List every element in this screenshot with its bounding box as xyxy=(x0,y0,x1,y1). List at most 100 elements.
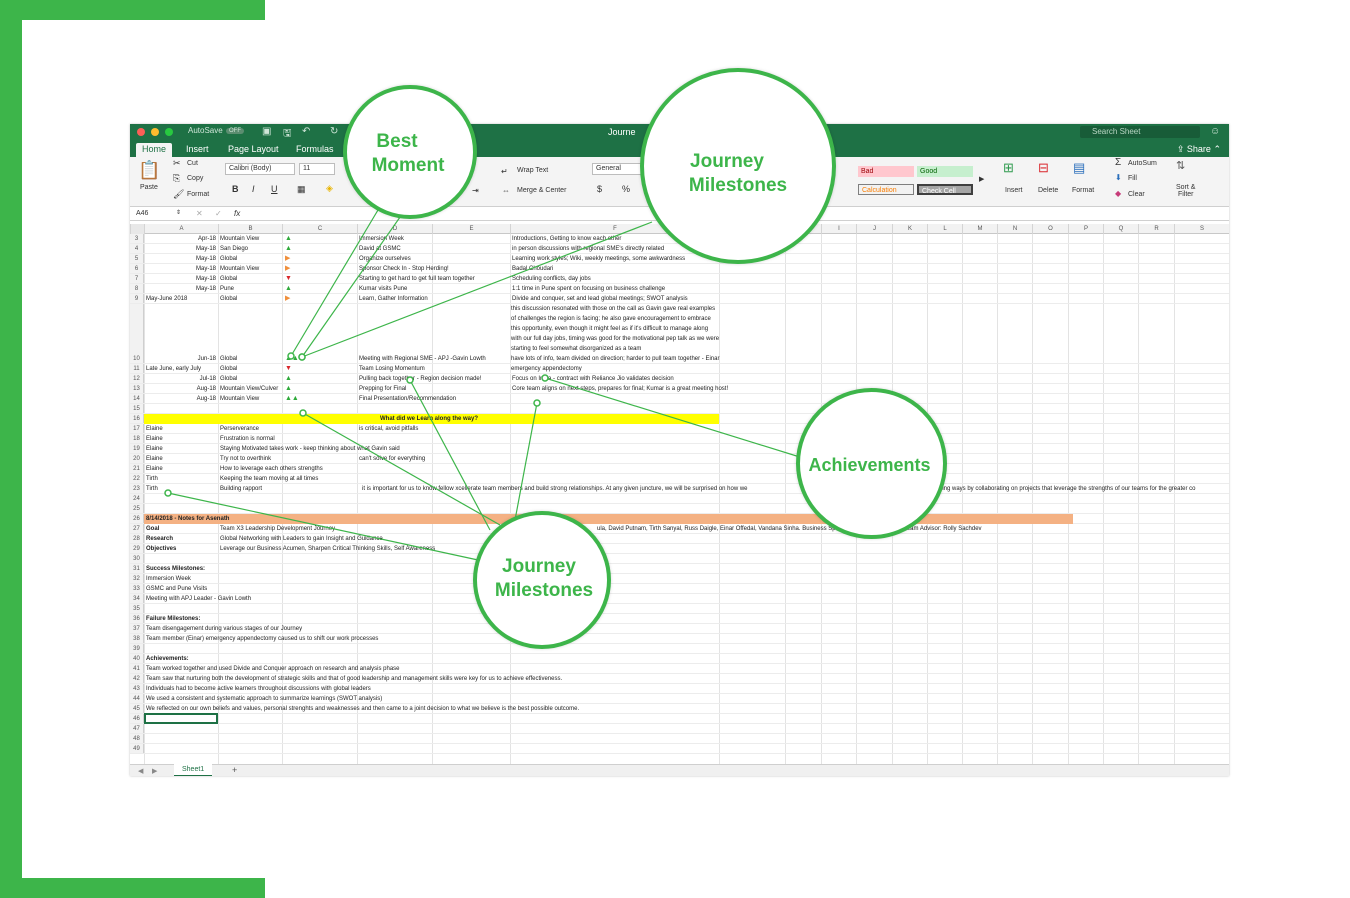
cell-a[interactable]: Late June, early July xyxy=(146,364,201,374)
cell-a[interactable]: Goal xyxy=(146,524,159,534)
underline-button[interactable]: U xyxy=(271,184,278,194)
cell-b[interactable]: Mountain View xyxy=(220,264,259,274)
share-button[interactable]: ⇪ Share ⌃ xyxy=(1177,144,1221,155)
add-sheet-button[interactable]: + xyxy=(232,765,237,775)
column-header[interactable]: P xyxy=(1068,224,1103,234)
row-number[interactable]: 12 xyxy=(130,374,144,383)
paste-icon[interactable]: 📋 xyxy=(138,160,160,181)
fill-button[interactable]: Fill xyxy=(1128,175,1137,182)
column-header[interactable]: K xyxy=(892,224,927,234)
row-number[interactable]: 35 xyxy=(130,604,144,613)
paste-button[interactable]: Paste xyxy=(140,184,158,191)
row-number[interactable]: 42 xyxy=(130,674,144,683)
cell-d[interactable]: Prepping for Final xyxy=(359,384,406,394)
cell-b[interactable]: Mountain View/Culver xyxy=(220,384,278,394)
cell-date[interactable]: May-18 xyxy=(144,264,216,274)
cell-d[interactable]: What did we Learn along the way? xyxy=(380,414,478,424)
tab-page-layout[interactable]: Page Layout xyxy=(228,144,279,154)
column-header[interactable]: M xyxy=(962,224,997,234)
row-number[interactable]: 3 xyxy=(130,234,144,243)
cell-d[interactable]: Final Presentation/Recommendation xyxy=(359,394,456,404)
row-number[interactable]: 9 xyxy=(130,294,144,303)
row-number[interactable]: 38 xyxy=(130,634,144,643)
cell-a[interactable]: 8/14/2018 - Notes for Asenath xyxy=(146,514,229,524)
cell-e-wrapped[interactable]: have lots of info, team divided on direc… xyxy=(511,354,720,374)
cell-b[interactable]: Perserverance xyxy=(220,424,259,434)
cell-a[interactable]: Individuals had to become active learner… xyxy=(146,684,371,694)
column-header[interactable]: N xyxy=(997,224,1032,234)
style-good[interactable]: Good xyxy=(917,166,973,177)
minimize-window-button[interactable] xyxy=(151,128,159,136)
cell-a[interactable]: Meeting with APJ Leader - Gavin Lowth xyxy=(146,594,251,604)
cell-b[interactable]: Keeping the team moving at all times xyxy=(220,474,318,484)
cell-a[interactable]: Tirth xyxy=(146,474,158,484)
cell-a[interactable]: Success Milestones: xyxy=(146,564,205,574)
cell-b[interactable]: Global xyxy=(220,294,237,304)
row-number[interactable]: 28 xyxy=(130,534,144,543)
cell-b[interactable]: Try not to overthink xyxy=(220,454,271,464)
row-number[interactable]: 10 xyxy=(130,304,144,363)
cell-date[interactable]: May-18 xyxy=(144,274,216,284)
cell-b[interactable]: Mountain View xyxy=(220,394,259,404)
cell-a[interactable]: May-June 2018 xyxy=(146,294,187,304)
row-number[interactable]: 48 xyxy=(130,734,144,743)
cell-d[interactable]: Learn, Gather Information xyxy=(359,294,428,304)
row-number[interactable]: 19 xyxy=(130,444,144,453)
cell-a[interactable]: We used a consistent and systematic appr… xyxy=(146,694,382,704)
row-number[interactable]: 32 xyxy=(130,574,144,583)
row-number[interactable]: 5 xyxy=(130,254,144,263)
column-header[interactable]: S xyxy=(1174,224,1229,234)
column-header[interactable]: D xyxy=(357,224,432,234)
column-header[interactable]: L xyxy=(927,224,962,234)
cell-b[interactable]: Global xyxy=(220,374,237,384)
cell-a[interactable]: Failure Milestones: xyxy=(146,614,200,624)
cell-e-wrapped[interactable]: this discussion resonated with those on … xyxy=(511,304,720,354)
borders-icon[interactable]: ▦ xyxy=(297,184,306,195)
sort-filter-button[interactable]: Sort & Filter xyxy=(1176,184,1195,198)
format-cells-button[interactable]: Format xyxy=(1072,187,1094,194)
column-header[interactable]: I xyxy=(821,224,856,234)
cell-b[interactable]: Building rapport xyxy=(220,484,262,494)
cell-d[interactable]: Team Losing Momentum xyxy=(359,364,425,374)
cell-a[interactable]: Team worked together and used Divide and… xyxy=(146,664,400,674)
cell-d[interactable]: Pulling back together - Region decision … xyxy=(359,374,481,384)
cell-a[interactable]: Elaine xyxy=(146,444,163,454)
column-header[interactable]: A xyxy=(144,224,218,234)
undo-icon[interactable]: ↶ xyxy=(302,126,310,137)
tab-home[interactable]: Home xyxy=(136,143,173,157)
cell-a[interactable]: Elaine xyxy=(146,424,163,434)
format-painter-button[interactable]: Format xyxy=(187,191,209,198)
row-number[interactable]: 18 xyxy=(130,434,144,443)
column-header[interactable]: C xyxy=(282,224,357,234)
cell-a[interactable]: GSMC and Pune Visits xyxy=(146,584,207,594)
style-bad[interactable]: Bad xyxy=(858,166,914,177)
cell-d[interactable]: can't solve for everything xyxy=(359,454,425,464)
row-number[interactable]: 29 xyxy=(130,544,144,553)
cell-e[interactable]: Divide and conquer, set and lead global … xyxy=(512,294,688,304)
row-number[interactable]: 37 xyxy=(130,624,144,633)
column-header[interactable]: O xyxy=(1032,224,1068,234)
clear-button[interactable]: Clear xyxy=(1128,191,1145,198)
row-number[interactable]: 20 xyxy=(130,454,144,463)
cell-b[interactable]: Mountain View xyxy=(220,234,259,244)
cell-e[interactable]: Focus on India - contract with Reliance … xyxy=(512,374,674,384)
merge-center-button[interactable]: Merge & Center xyxy=(517,187,566,194)
cell-a[interactable]: Team saw that nurturing both the develop… xyxy=(146,674,562,684)
row-number[interactable]: 41 xyxy=(130,664,144,673)
row-number[interactable]: 6 xyxy=(130,264,144,273)
row-number[interactable]: 25 xyxy=(130,504,144,513)
column-header[interactable]: Q xyxy=(1103,224,1138,234)
cell-b[interactable]: How to leverage each others strengths xyxy=(220,464,323,474)
select-all-corner[interactable] xyxy=(130,224,144,234)
bold-button[interactable]: B xyxy=(232,184,239,194)
cell-a[interactable]: Tirth xyxy=(146,484,158,494)
styles-more-icon[interactable]: ▶ xyxy=(979,175,984,183)
function-button[interactable]: fx xyxy=(234,209,240,218)
cell-date[interactable]: May-18 xyxy=(144,244,216,254)
cell-b[interactable]: Staying Motivated takes work - keep thin… xyxy=(220,444,400,454)
row-number[interactable]: 16 xyxy=(130,414,144,423)
wrap-text-button[interactable]: Wrap Text xyxy=(517,167,548,174)
row-number[interactable]: 8 xyxy=(130,284,144,293)
style-check-cell[interactable]: Check Cell xyxy=(917,184,973,195)
insert-cells-button[interactable]: Insert xyxy=(1005,187,1023,194)
